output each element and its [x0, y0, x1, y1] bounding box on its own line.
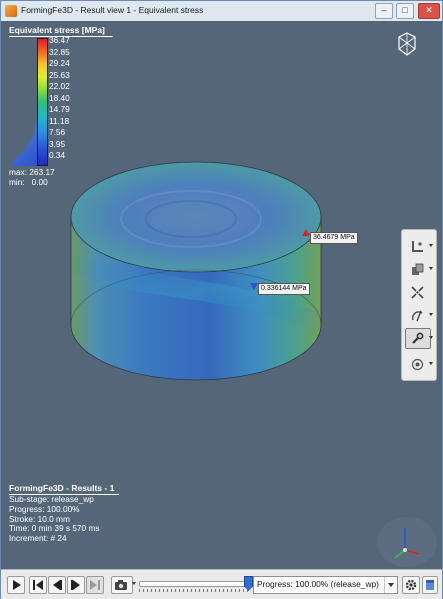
snapshot-button[interactable]	[111, 576, 133, 594]
wrench-settings-icon	[412, 332, 424, 344]
last-frame-icon	[90, 580, 100, 590]
distribution-wedge	[11, 108, 39, 166]
copy-view-button[interactable]	[405, 259, 431, 280]
tick-label: 25.63	[49, 69, 70, 80]
tick-label: 11.18	[49, 115, 70, 126]
minimize-button[interactable]: –	[375, 3, 393, 19]
tick-label: 0.34	[49, 150, 66, 160]
progress-select-value: Progress: 100.00% (release_wp)	[257, 579, 379, 589]
camera-orbit-dropdown-icon[interactable]	[429, 362, 433, 365]
results-info: Sub-stage: release_wp Progress: 100.00% …	[9, 494, 100, 544]
view-tools-panel	[401, 229, 437, 381]
tick-label: 7.56	[49, 127, 66, 137]
window-title: FormingFe3D - Result view 1 - Equivalent…	[21, 5, 204, 15]
min-value: 0.00	[31, 177, 48, 187]
first-frame-icon	[33, 580, 43, 590]
snapshot-dropdown-icon[interactable]	[132, 582, 136, 585]
min-stress-tag: 0.336144 MPa	[258, 283, 310, 295]
cylinder-top-surface	[70, 161, 322, 273]
tick-label: 36.47	[49, 35, 70, 45]
tick-label: 18.40	[49, 92, 70, 103]
tick-label: 29.24	[49, 58, 70, 68]
close-button[interactable]: ✕	[418, 3, 440, 19]
tick-label: 14.79	[49, 104, 70, 114]
section-button[interactable]	[405, 305, 431, 326]
orientation-triad-icon[interactable]	[376, 514, 438, 568]
previous-frame-icon	[53, 580, 62, 590]
settings-dropdown-icon[interactable]	[429, 336, 433, 339]
camera-orbit-button[interactable]	[405, 354, 431, 375]
camera-orbit-icon	[411, 358, 424, 371]
tick-label: 22.02	[49, 81, 70, 91]
last-frame-button[interactable]	[86, 576, 104, 594]
application-window: FormingFe3D - Result view 1 - Equivalent…	[0, 0, 443, 599]
play-button[interactable]	[7, 576, 25, 594]
first-frame-button[interactable]	[29, 576, 47, 594]
measure-dropdown-icon[interactable]	[429, 244, 433, 247]
minimize-icon: –	[381, 5, 387, 15]
fit-view-button[interactable]	[405, 282, 431, 303]
measure-button[interactable]	[405, 236, 431, 257]
chevron-down-icon[interactable]	[384, 577, 397, 593]
gear-icon	[405, 579, 417, 591]
next-frame-icon	[71, 580, 80, 590]
copy-view-dropdown-icon[interactable]	[429, 267, 433, 270]
max-stress-marker-icon	[302, 229, 310, 236]
settings-button[interactable]	[405, 328, 431, 349]
maximize-icon: □	[402, 5, 408, 15]
result-viewport[interactable]: 36.4679 MPa 0.336144 MPa Equivalent stre…	[1, 21, 442, 569]
max-stress-tag: 36.4679 MPa	[310, 232, 358, 244]
panel-icon	[426, 580, 434, 590]
close-icon: ✕	[425, 5, 433, 15]
title-bar: FormingFe3D - Result view 1 - Equivalent…	[1, 1, 442, 22]
maximize-button[interactable]: □	[396, 3, 414, 19]
progress-slider-ticks	[139, 589, 249, 592]
legend-extremes: max: 263.17 min: 0.00	[9, 167, 55, 187]
play-icon	[13, 580, 21, 590]
settings-gear-button[interactable]	[402, 576, 420, 594]
section-dropdown-icon[interactable]	[429, 313, 433, 316]
max-label: max:	[9, 167, 27, 177]
next-frame-button[interactable]	[67, 576, 85, 594]
legend-title: Equivalent stress [MPa]	[9, 25, 105, 35]
section-icon	[411, 310, 423, 322]
progress-select[interactable]: Progress: 100.00% (release_wp)	[253, 576, 398, 594]
color-bar	[37, 38, 48, 166]
max-value: 263.17	[29, 167, 55, 177]
tick-label: 32.85	[49, 46, 70, 57]
tick-label: 3.95	[49, 138, 66, 149]
increment-line: Increment: # 24	[9, 533, 67, 544]
previous-frame-button[interactable]	[48, 576, 66, 594]
fit-view-icon	[411, 286, 424, 299]
min-label: min:	[9, 177, 25, 187]
app-icon	[5, 5, 17, 17]
color-scale	[11, 38, 48, 166]
playback-toolbar: Progress: 100.00% (release_wp)	[1, 569, 442, 599]
copy-view-icon	[412, 263, 424, 275]
results-title: FormingFe3D - Results - 1	[9, 483, 115, 493]
progress-slider[interactable]	[139, 581, 251, 587]
snapshot-icon	[115, 580, 127, 590]
view-cube-icon[interactable]	[396, 31, 418, 57]
measure-ruler-icon	[412, 241, 423, 252]
min-stress-marker-icon	[250, 283, 258, 290]
panel-button[interactable]	[422, 576, 438, 594]
